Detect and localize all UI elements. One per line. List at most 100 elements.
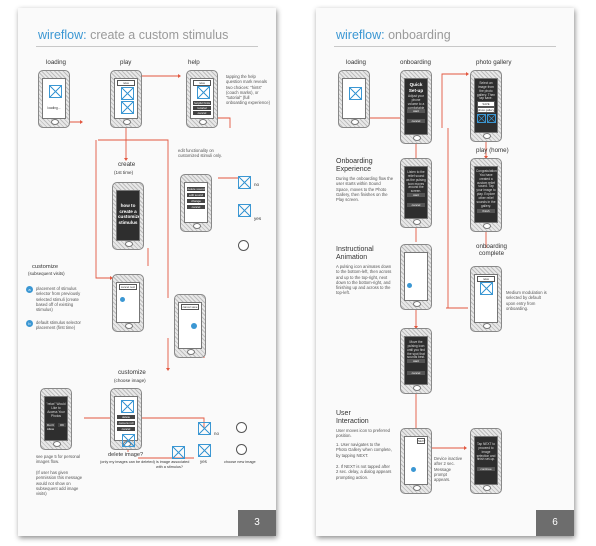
edit-change-image[interactable]: change image	[187, 199, 205, 207]
image-placeholder-icon	[477, 114, 486, 123]
phone-listen: Listen to the relief sound as the pulsin…	[400, 158, 432, 228]
label-no: no	[254, 182, 260, 187]
image-placeholder-icon	[121, 87, 134, 100]
congrats-body: Congratulations! You have created a cust…	[476, 169, 498, 208]
onboarding-exp-title: Onboarding Experience	[336, 158, 373, 173]
pulsing-icon[interactable]	[411, 467, 416, 472]
label-onboarding-complete: onboarding complete	[476, 243, 507, 257]
home-button	[413, 485, 421, 491]
edit-delete-sound[interactable]: delete sound	[187, 187, 205, 191]
help-menu-hints[interactable]: helpful hints	[193, 101, 211, 105]
image-menu-delete[interactable]: delete	[117, 415, 135, 419]
right-page-number: 6	[536, 510, 574, 536]
image-menu-cancel[interactable]: cancel	[117, 427, 135, 431]
phone-loading	[338, 70, 370, 128]
cancel-button[interactable]: cancel	[407, 119, 425, 123]
phone-move: Move the pulsing icon until you find the…	[400, 328, 432, 394]
phone-loading: loading...	[38, 70, 70, 128]
phone-animation	[400, 244, 432, 310]
label-create: create	[118, 161, 136, 168]
phone-permission: "relax" Would Like to Access Your Photos…	[40, 388, 72, 450]
label-help: help	[188, 59, 200, 66]
stimulus-selector-icon[interactable]	[191, 323, 197, 329]
start-button[interactable]: start	[407, 109, 425, 113]
start-button[interactable]: start	[407, 193, 425, 197]
help-menu-cancel[interactable]: cancel	[193, 111, 211, 115]
home-button	[187, 349, 195, 355]
permission-ok[interactable]: OK	[58, 423, 66, 427]
flow-to-customize	[95, 140, 110, 279]
home-button	[483, 485, 491, 491]
image-placeholder-icon	[349, 87, 362, 100]
permission-body: "relax" Would Like to Access Your Photos	[46, 402, 66, 418]
create-body: how to create a customized stimulus	[118, 203, 139, 225]
phone-help: relax helpful hints tutorial cancel	[186, 70, 218, 128]
label-photo-gallery: photo gallery	[476, 59, 512, 66]
screen-animation	[404, 252, 428, 301]
default-note: default stimulus selector placement (fir…	[36, 320, 81, 331]
help-note: tapping the help question mark reveals t…	[226, 74, 270, 106]
home-button	[199, 119, 207, 125]
phone-customize-2: cancel save	[174, 294, 206, 358]
phone-create: how to create a customized stimulus	[112, 182, 144, 250]
phone-next: NEXT	[400, 428, 432, 494]
permission-note: (If user has given permission this messa…	[36, 470, 83, 496]
home-button	[125, 241, 133, 247]
decision-box-icon	[238, 176, 251, 189]
home-button	[483, 133, 491, 139]
help-menu-tutorial[interactable]: tutorial	[193, 106, 211, 110]
decision-box-icon	[172, 446, 185, 459]
image-placeholder-icon	[197, 86, 210, 99]
home-button	[413, 385, 421, 391]
home-button	[193, 223, 201, 229]
continue-button[interactable]: continue	[477, 467, 495, 471]
screen-complete: relax	[474, 274, 498, 323]
screen-move: Move the pulsing icon until you find the…	[404, 336, 428, 385]
image-placeholder-icon	[49, 85, 62, 98]
label-no-2: no	[214, 431, 219, 436]
image-menu-camera-roll[interactable]: camera roll	[117, 421, 135, 425]
pulsing-icon	[407, 283, 412, 288]
image-placeholder-icon	[480, 282, 493, 295]
ui-body: User moves icon to preferred position.	[336, 428, 390, 439]
home-button	[51, 119, 59, 125]
start-button[interactable]: start	[407, 359, 425, 363]
finish-button[interactable]: finish	[477, 209, 495, 213]
label-image-associated: is image associated	[156, 460, 190, 464]
cancel-button[interactable]: cancel	[407, 371, 425, 375]
label-customize-sub: (subsequent visits)	[28, 271, 65, 276]
home-button	[413, 301, 421, 307]
cancel-button[interactable]: cancel	[407, 203, 425, 207]
label-customize-2-sub: (choose image)	[114, 378, 146, 383]
label-play: play	[120, 59, 132, 66]
permission-deny[interactable]: Don't Allow	[46, 423, 55, 431]
home-button	[351, 119, 359, 125]
play-top-bar: relax	[117, 80, 135, 86]
ui-list-2: 2. If NEXT is not tapped after 2 sec. de…	[336, 464, 392, 480]
home-button	[413, 135, 421, 141]
screen-help: relax helpful hints tutorial cancel	[190, 78, 214, 119]
stimulus-selector-icon[interactable]	[120, 297, 125, 302]
customize-top-bar-2: cancel save	[181, 304, 199, 310]
label-choose-new-image: choose new image	[224, 460, 256, 464]
happy-face-icon	[238, 240, 249, 251]
phone-play: relax	[110, 70, 142, 128]
label-play-home: play (home)	[476, 147, 509, 154]
home-button	[125, 323, 133, 329]
edit-edit-sound[interactable]: edit sound	[187, 193, 205, 197]
flow-image-to-delete	[142, 417, 205, 428]
edit-cancel[interactable]: cancel	[187, 205, 205, 209]
next-button[interactable]: NEXT	[417, 438, 425, 444]
ui-title: User Interaction	[336, 410, 369, 425]
left-page: wireflow: create a custom stimulus loadi…	[18, 8, 276, 536]
screen-customize-2: cancel save	[178, 302, 202, 349]
gallery-body: Select an image from the photo gallery. …	[476, 81, 496, 101]
device-inactive-note: Device inactive after 2 sec. Message pro…	[434, 456, 463, 482]
label-customize: customize	[32, 264, 59, 270]
see-page-note: see page 5 for personal images flow.	[36, 454, 80, 465]
listen-body: Listen to the relief sound as the pulsin…	[406, 170, 426, 194]
flow-to-gallery	[441, 73, 466, 128]
home-button	[413, 219, 421, 225]
screen-gallery: Select an image from the photo gallery. …	[474, 78, 498, 133]
gallery-bar: photo gallery	[477, 107, 495, 113]
